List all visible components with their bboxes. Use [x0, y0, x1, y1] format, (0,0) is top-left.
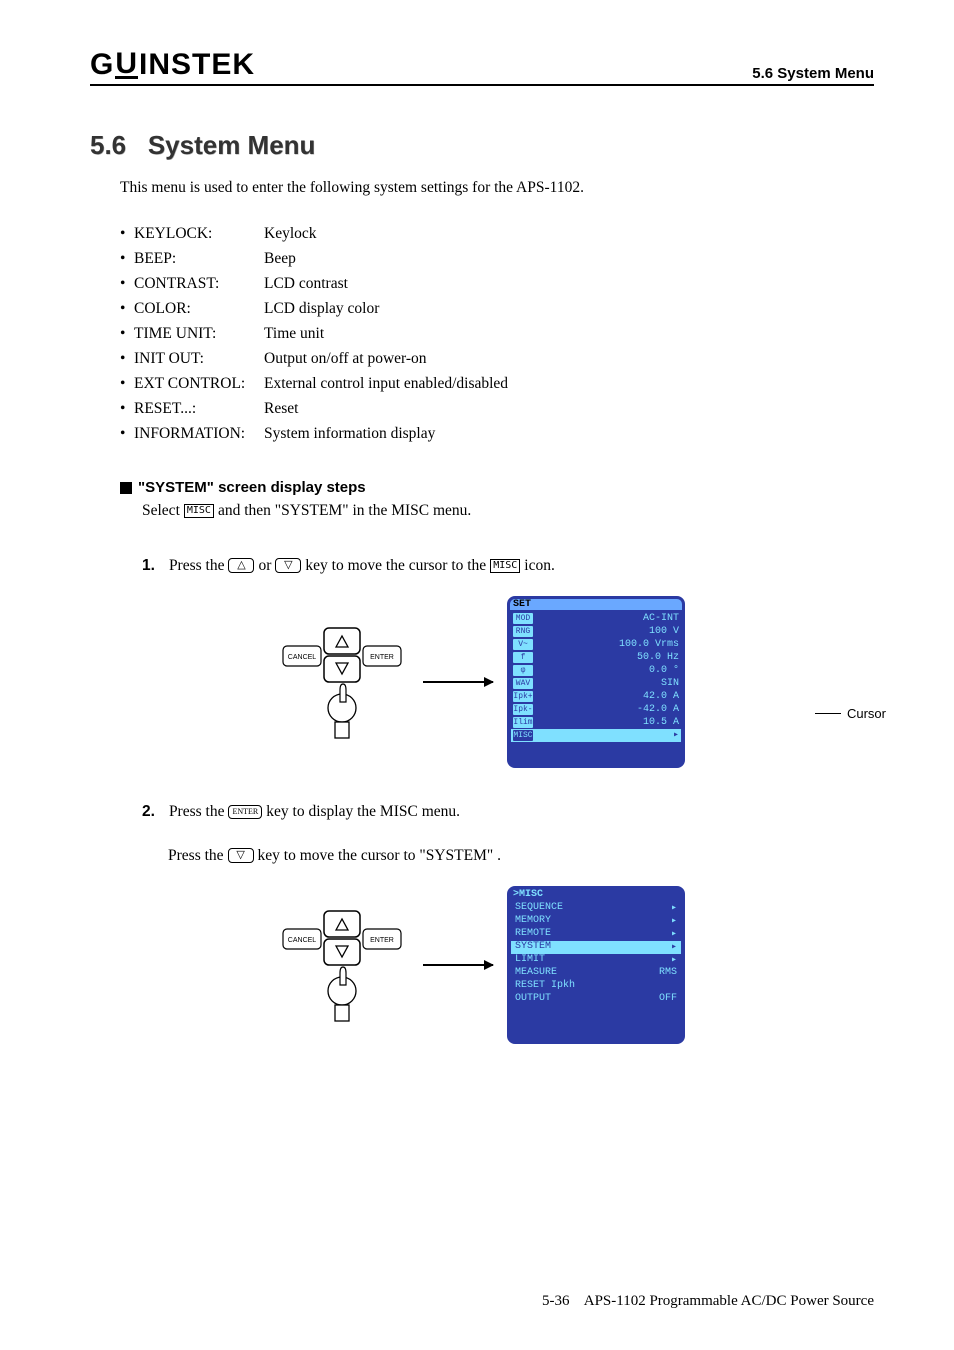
- lcd-cursor-row: MISC▸: [511, 729, 681, 742]
- step-1: 1. Press the or key to move the cursor t…: [142, 552, 874, 580]
- square-bullet-icon: [120, 482, 132, 494]
- header-section-label: 5.6 System Menu: [752, 65, 874, 82]
- brand-logo: GUINSTEK: [90, 48, 255, 82]
- lcd-title: >MISC: [510, 889, 682, 900]
- lcd-title: SET: [510, 599, 682, 610]
- misc-icon: MISC: [490, 559, 520, 573]
- enter-key-icon: ENTER: [228, 805, 262, 819]
- footer-title: APS-1102 Programmable AC/DC Power Source: [584, 1293, 874, 1309]
- page-header: GUINSTEK 5.6 System Menu: [90, 48, 874, 86]
- section-name: System Menu: [148, 130, 316, 160]
- intro-text: This menu is used to enter the following…: [120, 179, 874, 197]
- step-number: 2.: [142, 798, 155, 826]
- svg-text:ENTER: ENTER: [370, 654, 394, 661]
- lcd-screen-misc: >MISC SEQUENCE▸ MEMORY▸ REMOTE▸ SYSTEM▸ …: [507, 886, 685, 1044]
- page-footer: 5-36 APS-1102 Programmable AC/DC Power S…: [542, 1293, 874, 1310]
- lcd-screen-set: SET MODAC-INT RNG100 V V~100.0 Vrms f50.…: [507, 596, 685, 768]
- svg-text:CANCEL: CANCEL: [288, 654, 317, 661]
- list-item: •INFORMATION:System information display: [120, 425, 874, 443]
- diagram-step-1: CANCEL ENTER SET MODAC-INT RNG100 V V~10…: [90, 596, 874, 768]
- list-item: •CONTRAST:LCD contrast: [120, 275, 874, 293]
- svg-text:ENTER: ENTER: [370, 937, 394, 944]
- section-title: 5.6 System Menu: [90, 130, 874, 161]
- down-key-icon: [275, 558, 301, 573]
- arrow-right-icon: [423, 964, 493, 966]
- list-item: •INIT OUT:Output on/off at power-on: [120, 350, 874, 368]
- lcd-cursor-row: SYSTEM▸: [511, 941, 681, 954]
- list-item: •COLOR:LCD display color: [120, 300, 874, 318]
- svg-text:CANCEL: CANCEL: [288, 937, 317, 944]
- misc-icon: MISC: [184, 504, 214, 518]
- cursor-callout: Cursor: [815, 706, 886, 721]
- step-number: 1.: [142, 552, 155, 580]
- list-item: •TIME UNIT:Time unit: [120, 325, 874, 343]
- list-item: •BEEP:Beep: [120, 250, 874, 268]
- list-item: •EXT CONTROL:External control input enab…: [120, 375, 874, 393]
- arrow-right-icon: [423, 681, 493, 683]
- keypad-illustration: CANCEL ENTER: [279, 905, 409, 1025]
- steps-subheading: "SYSTEM" screen display steps: [120, 479, 874, 496]
- section-number: 5.6: [90, 130, 126, 160]
- diagram-step-2: CANCEL ENTER >MISC SEQUENCE▸ MEMORY▸ REM…: [90, 886, 874, 1044]
- list-item: •KEYLOCK:Keylock: [120, 225, 874, 243]
- step-2-line-1: 2. Press the ENTER key to display the MI…: [142, 798, 874, 826]
- step-2-line-2: Press the key to move the cursor to "SYS…: [168, 842, 874, 870]
- steps-subtext: Select MISC and then "SYSTEM" in the MIS…: [142, 502, 874, 520]
- page-number: 5-36: [542, 1293, 570, 1309]
- list-item: •RESET...:Reset: [120, 400, 874, 418]
- settings-list: •KEYLOCK:Keylock •BEEP:Beep •CONTRAST:LC…: [120, 225, 874, 443]
- down-key-icon: [228, 848, 254, 863]
- keypad-illustration: CANCEL ENTER: [279, 622, 409, 742]
- up-key-icon: [228, 558, 254, 573]
